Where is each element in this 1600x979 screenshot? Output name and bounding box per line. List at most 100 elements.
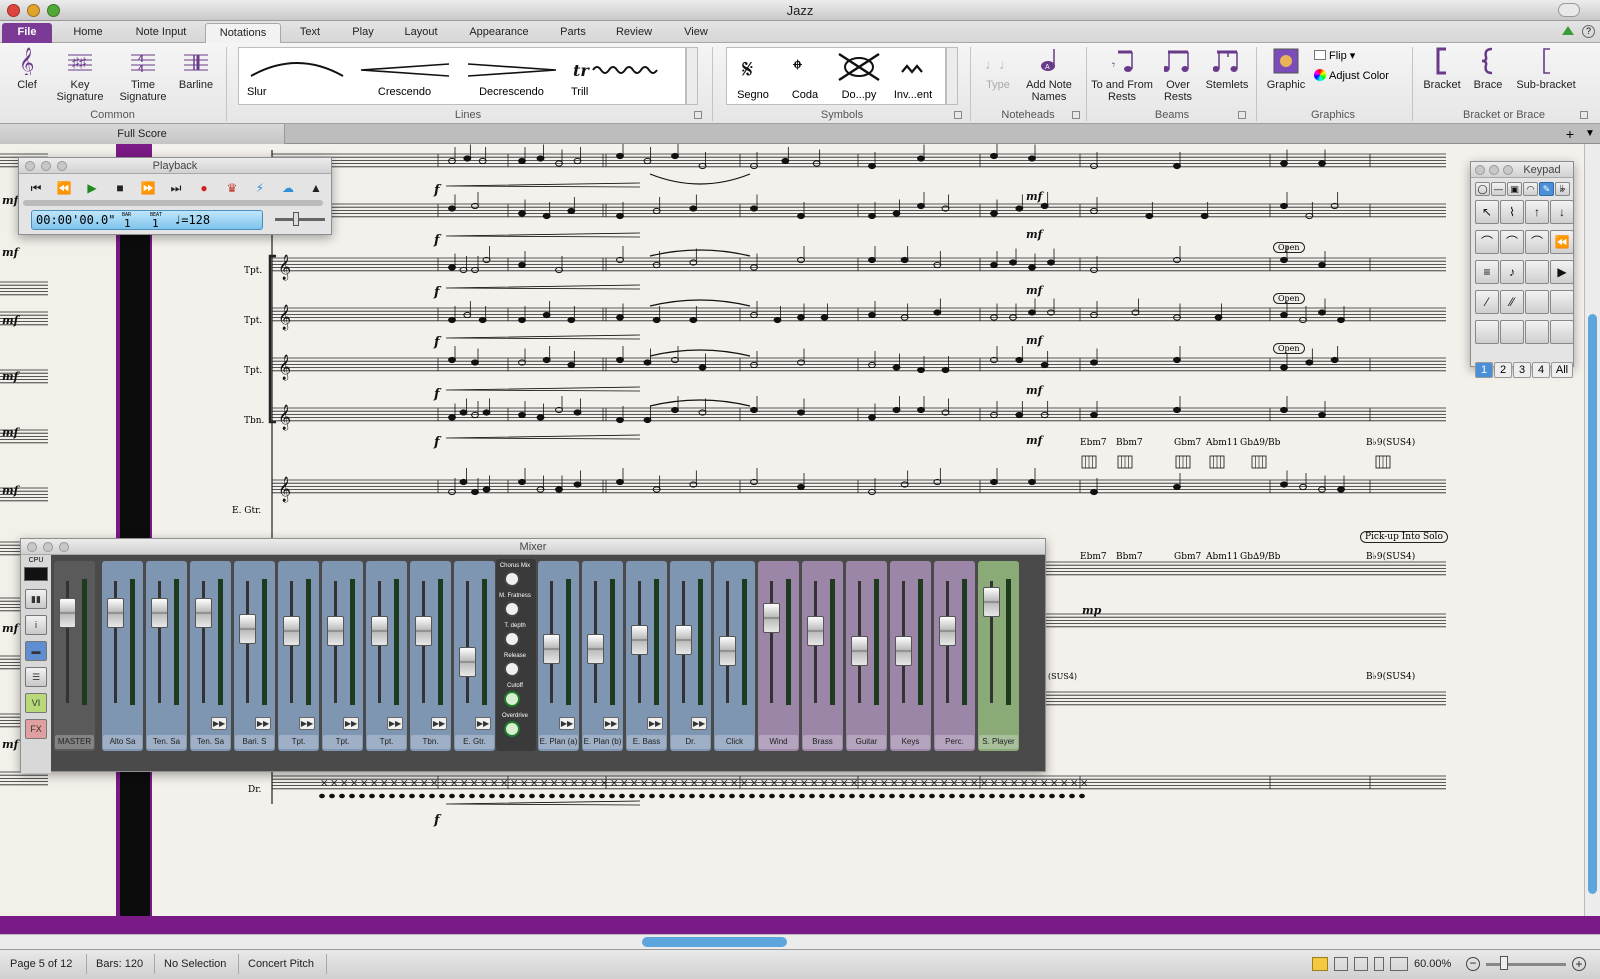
tab-layout[interactable]: Layout	[396, 23, 446, 43]
fx-knob[interactable]	[504, 631, 520, 647]
volume-fader[interactable]	[543, 633, 560, 664]
symbols-gallery-scroll[interactable]	[946, 47, 958, 105]
vi-button[interactable]: VI	[25, 693, 47, 713]
tab-appearance[interactable]: Appearance	[461, 23, 537, 43]
keypad-key[interactable]: ⌒	[1500, 230, 1524, 254]
view-fit-icon[interactable]	[1390, 957, 1408, 971]
volume-fader[interactable]	[763, 603, 780, 633]
expand-strip-icon[interactable]: ▶▶	[211, 717, 227, 730]
tab-view[interactable]: View	[674, 23, 718, 43]
symbols-launcher-button[interactable]	[954, 111, 962, 119]
expand-strip-icon[interactable]: ▶▶	[603, 717, 619, 730]
stemlets-button[interactable]: Stemlets	[1202, 47, 1252, 91]
fast-forward-icon[interactable]: ⏩	[135, 178, 161, 198]
keypad-key[interactable]: ⌇	[1500, 200, 1524, 224]
zoom-slider[interactable]	[1486, 963, 1566, 966]
keypad-key[interactable]: ≡	[1475, 260, 1499, 284]
volume-fader[interactable]	[807, 616, 824, 647]
keypad-mode-button[interactable]: ✎	[1539, 182, 1554, 196]
expand-strip-icon[interactable]: ▶▶	[255, 717, 271, 730]
volume-fader[interactable]	[851, 636, 868, 666]
staff-strips-button[interactable]: ▮▮	[25, 589, 47, 609]
fx-button[interactable]: FX	[25, 719, 47, 739]
keypad-key[interactable]: ⏪	[1550, 230, 1574, 254]
volume-fader[interactable]	[327, 616, 344, 647]
time-signature-button[interactable]: 44 Time Signature	[114, 47, 172, 103]
bracket-button[interactable]: Bracket	[1418, 47, 1466, 91]
trill-item[interactable]: tr Trill	[571, 48, 671, 104]
fx-knob[interactable]	[504, 571, 520, 587]
live-playback-icon[interactable]: ⚡	[247, 178, 273, 198]
keypad-mode-button[interactable]: ▣	[1507, 182, 1522, 196]
minimize-panel-button[interactable]	[1489, 165, 1499, 175]
volume-fader[interactable]	[675, 625, 692, 655]
slur-item[interactable]: Slur	[245, 48, 345, 104]
volume-fader[interactable]	[415, 616, 432, 647]
fx-knob[interactable]	[504, 601, 520, 617]
tab-home[interactable]: Home	[62, 23, 114, 43]
zoom-panel-button[interactable]	[1503, 165, 1513, 175]
minimize-panel-button[interactable]	[41, 161, 51, 171]
tab-play[interactable]: Play	[343, 23, 383, 43]
close-panel-button[interactable]	[25, 161, 35, 171]
keypad-key[interactable]	[1500, 320, 1524, 344]
forward-to-end-icon[interactable]: ⏭	[163, 178, 189, 198]
tab-notations[interactable]: Notations	[205, 23, 281, 43]
play-icon[interactable]: ▶	[79, 178, 105, 198]
coda-item[interactable]: 𝄌 Coda	[781, 52, 829, 104]
lines-gallery-scroll[interactable]	[686, 47, 698, 105]
volume-fader[interactable]	[719, 636, 736, 666]
keypad-mode-button[interactable]: 𝄫	[1555, 182, 1570, 196]
key-signature-button[interactable]: ♯♯ Key Signature	[52, 47, 108, 103]
volume-fader[interactable]	[283, 616, 300, 647]
keypad-key[interactable]: ↑	[1525, 200, 1549, 224]
keypad-key[interactable]	[1475, 320, 1499, 344]
group-strips-button[interactable]: ▬	[25, 641, 47, 661]
volume-fader[interactable]	[631, 625, 648, 655]
volume-fader[interactable]	[459, 647, 476, 677]
keypad-key[interactable]: ⌒	[1525, 230, 1549, 254]
beams-launcher-button[interactable]	[1238, 111, 1246, 119]
rewind-to-start-icon[interactable]: ⏮	[23, 178, 49, 198]
keypad-mode-button[interactable]: —	[1491, 182, 1506, 196]
zoom-panel-button[interactable]	[59, 542, 69, 552]
over-rests-button[interactable]: Over Rests	[1158, 47, 1198, 103]
zoom-in-icon[interactable]: +	[1572, 957, 1586, 971]
volume-fader[interactable]	[151, 597, 168, 628]
crescendo-item[interactable]: Crescendo	[357, 48, 452, 104]
add-tab-icon[interactable]: +	[1562, 126, 1578, 142]
view-single-page-icon[interactable]	[1334, 957, 1348, 971]
add-note-names-button[interactable]: A Add Note Names	[1020, 47, 1078, 103]
vertical-scroll-thumb[interactable]	[1588, 314, 1597, 894]
stop-icon[interactable]: ■	[107, 178, 133, 198]
to-and-from-rests-button[interactable]: 𝄾 To and From Rests	[1090, 47, 1154, 103]
keypad-key[interactable]: ⁄⁄	[1500, 290, 1524, 314]
volume-fader[interactable]	[371, 616, 388, 647]
keypad-layout-tab[interactable]: All	[1551, 362, 1573, 378]
expand-strip-icon[interactable]: ▶▶	[343, 717, 359, 730]
tempo-slider[interactable]	[275, 218, 325, 221]
keypad-key[interactable]: ↖	[1475, 200, 1499, 224]
volume-fader[interactable]	[983, 586, 1000, 617]
keypad-key[interactable]	[1525, 290, 1549, 314]
notehead-type-button[interactable]: ♩♩♩ Type	[978, 47, 1018, 91]
close-panel-button[interactable]	[27, 542, 37, 552]
minimize-panel-button[interactable]	[43, 542, 53, 552]
help-icon[interactable]: ?	[1582, 25, 1595, 38]
rewind-icon[interactable]: ⏪	[51, 178, 77, 198]
keypad-key[interactable]: ↓	[1550, 200, 1574, 224]
view-panorama-icon[interactable]	[1374, 957, 1384, 971]
keypad-key[interactable]	[1525, 320, 1549, 344]
zoom-slider-thumb[interactable]	[1500, 956, 1508, 970]
view-pages-icon[interactable]	[1354, 957, 1368, 971]
keypad-key[interactable]	[1550, 290, 1574, 314]
playback-timeline[interactable]	[23, 200, 323, 206]
keypad-mode-button[interactable]: ◯	[1475, 182, 1490, 196]
zoom-out-icon[interactable]: −	[1466, 957, 1480, 971]
full-score-tab[interactable]: Full Score	[0, 124, 285, 144]
record-icon[interactable]: ●	[191, 178, 217, 198]
keypad-key[interactable]	[1550, 320, 1574, 344]
keypad-key[interactable]: ▶	[1550, 260, 1574, 284]
score-view[interactable]: 𝄞 𝄞 𝄞 𝄞 𝄞 × × × × × × × × × × × × × × × × × × × × × × × × × × × × × × × × × × ×…	[0, 144, 1584, 916]
click-icon[interactable]: ☁	[275, 178, 301, 198]
